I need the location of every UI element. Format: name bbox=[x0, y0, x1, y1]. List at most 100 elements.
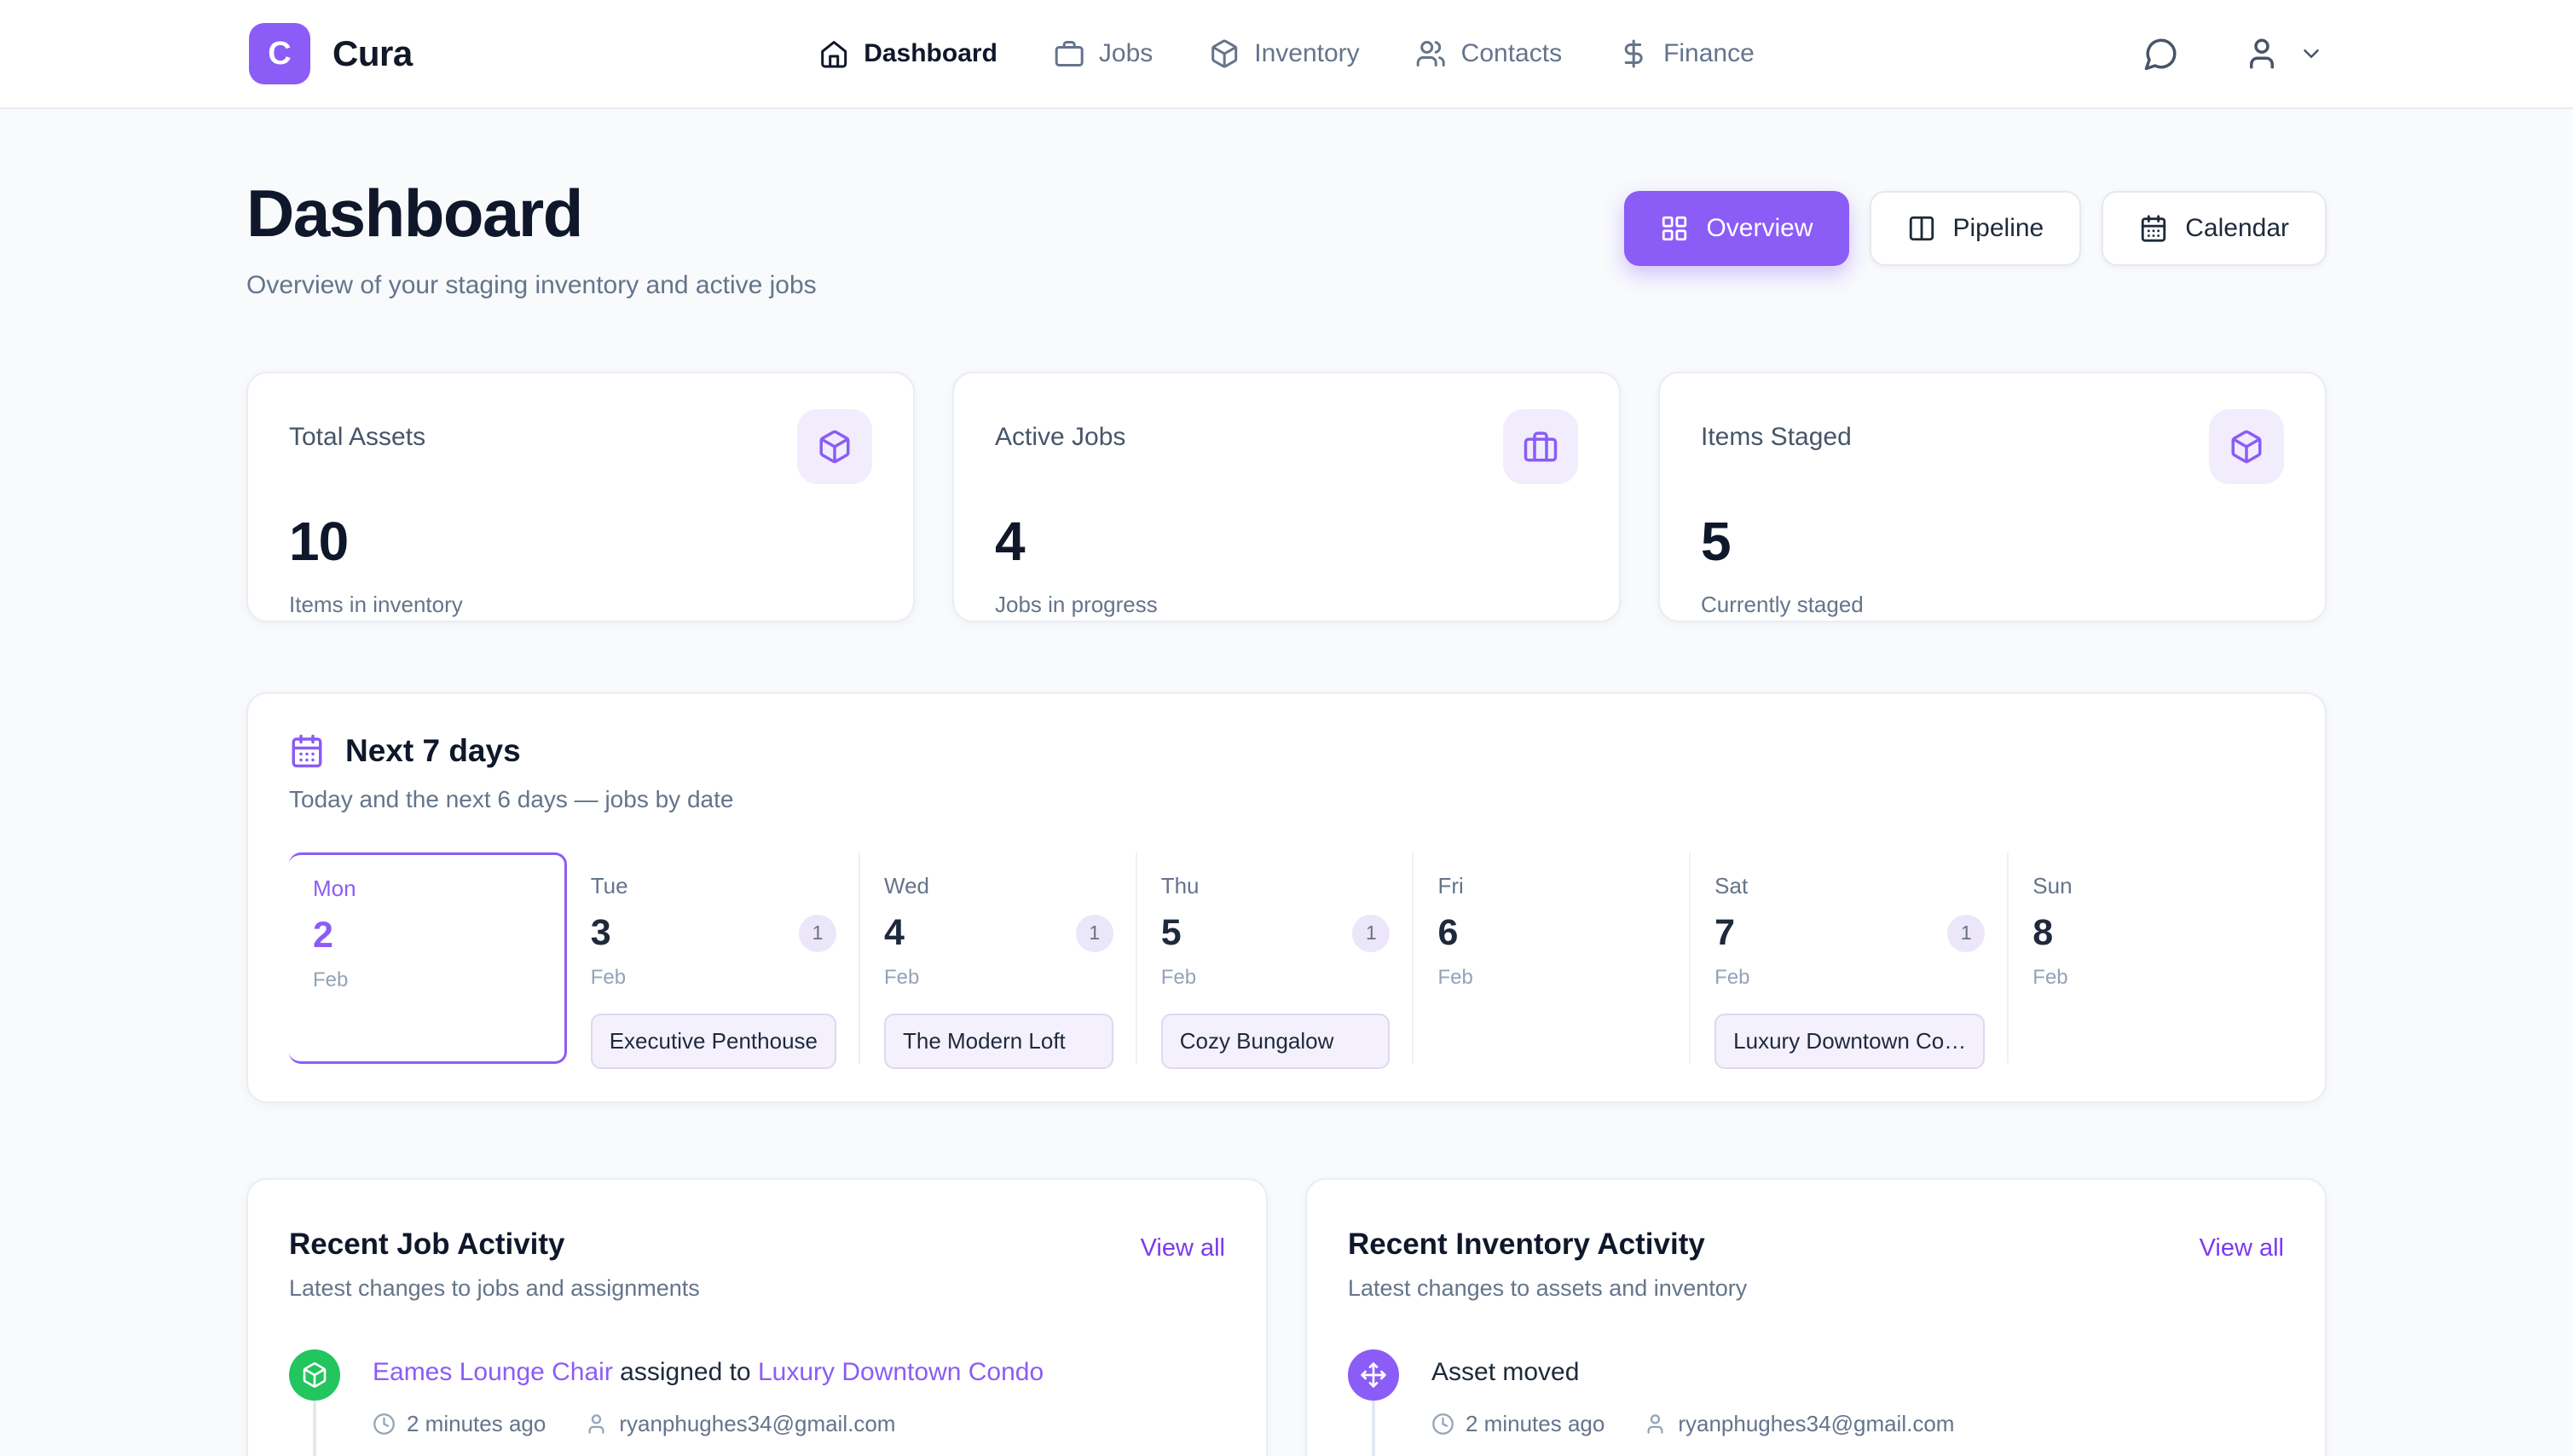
header-actions bbox=[2143, 36, 2324, 72]
recent-inventory-activity-card: Recent Inventory Activity Latest changes… bbox=[1305, 1178, 2327, 1456]
day-name: Tue bbox=[591, 873, 859, 899]
stat-card-items-staged: Items Staged 5 Currently staged bbox=[1658, 372, 2327, 622]
asset-link[interactable]: Eames Lounge Chair bbox=[373, 1358, 613, 1386]
job-count-badge: 1 bbox=[1352, 915, 1390, 952]
chevron-down-icon bbox=[2298, 41, 2324, 66]
stat-value: 4 bbox=[995, 510, 1578, 573]
activity-row: Recent Job Activity Latest changes to jo… bbox=[246, 1178, 2327, 1456]
view-toggle-group: Overview Pipeline Calendar bbox=[1624, 191, 2327, 266]
nav-label: Contacts bbox=[1461, 39, 1562, 68]
package-icon bbox=[1209, 38, 1240, 69]
day-cell-sat[interactable]: Sat 7 1 Feb Luxury Downtown Co… bbox=[1689, 852, 2007, 1064]
day-number: 2 bbox=[313, 915, 333, 956]
view-all-link[interactable]: View all bbox=[2200, 1234, 2284, 1262]
day-cell-tue[interactable]: Tue 3 1 Feb Executive Penthouse bbox=[567, 852, 859, 1064]
briefcase-icon bbox=[1503, 409, 1578, 484]
grid-icon bbox=[1660, 214, 1689, 243]
calendar-icon bbox=[2139, 214, 2168, 243]
day-cell-thu[interactable]: Thu 5 1 Feb Cozy Bungalow bbox=[1136, 852, 1413, 1064]
day-cell-wed[interactable]: Wed 4 1 Feb The Modern Loft bbox=[859, 852, 1136, 1064]
calendar-icon bbox=[289, 733, 325, 769]
card-subtitle: Latest changes to assets and inventory bbox=[1348, 1275, 1747, 1302]
package-icon bbox=[289, 1349, 340, 1401]
user-icon bbox=[1644, 1413, 1667, 1436]
job-count-badge: 1 bbox=[799, 915, 836, 952]
activity-text: assigned to bbox=[613, 1358, 758, 1386]
overview-button[interactable]: Overview bbox=[1624, 191, 1848, 266]
nav-item-dashboard[interactable]: Dashboard bbox=[818, 38, 997, 69]
stat-caption: Items in inventory bbox=[289, 592, 872, 618]
calendar-button[interactable]: Calendar bbox=[2102, 191, 2327, 266]
user-email: ryanphughes34@gmail.com bbox=[619, 1411, 895, 1437]
nav-item-jobs[interactable]: Jobs bbox=[1054, 38, 1153, 69]
move-icon bbox=[1348, 1349, 1399, 1401]
day-number: 3 bbox=[591, 912, 611, 954]
brand-initial: C bbox=[268, 36, 291, 72]
brand-name: Cura bbox=[332, 33, 413, 74]
inventory-activity-timeline: Asset moved 2 minutes ago ryanphughes34@… bbox=[1348, 1349, 2284, 1456]
day-month: Feb bbox=[884, 966, 1136, 990]
panel-title: Next 7 days bbox=[345, 733, 521, 769]
day-month: Feb bbox=[313, 968, 564, 992]
nav-item-contacts[interactable]: Contacts bbox=[1416, 38, 1562, 69]
main-nav: Dashboard Jobs Inventory Contacts Financ… bbox=[818, 38, 1755, 69]
view-all-link[interactable]: View all bbox=[1141, 1234, 1225, 1262]
day-name: Sun bbox=[2032, 873, 2284, 899]
job-chip[interactable]: The Modern Loft bbox=[884, 1014, 1113, 1069]
job-count-badge: 1 bbox=[1947, 915, 1985, 952]
user-icon bbox=[2244, 36, 2280, 72]
day-cell-sun[interactable]: Sun 8 Feb bbox=[2007, 852, 2284, 1064]
next-7-days-panel: Next 7 days Today and the next 6 days — … bbox=[246, 692, 2327, 1103]
pipeline-button[interactable]: Pipeline bbox=[1870, 191, 2082, 266]
clock-icon bbox=[1431, 1413, 1454, 1436]
timestamp: 2 minutes ago bbox=[1466, 1411, 1605, 1437]
day-number: 6 bbox=[1437, 912, 1458, 954]
stat-card-active-jobs: Active Jobs 4 Jobs in progress bbox=[952, 372, 1621, 622]
day-month: Feb bbox=[1714, 966, 2007, 990]
card-title: Recent Inventory Activity bbox=[1348, 1228, 1747, 1262]
columns-icon bbox=[1907, 214, 1936, 243]
package-icon bbox=[797, 409, 872, 484]
page-subtitle: Overview of your staging inventory and a… bbox=[246, 271, 817, 300]
job-link[interactable]: Luxury Downtown Condo bbox=[758, 1358, 1044, 1386]
stat-caption: Jobs in progress bbox=[995, 592, 1578, 618]
day-name: Sat bbox=[1714, 873, 2007, 899]
brand-logo[interactable]: C Cura bbox=[249, 23, 413, 84]
nav-label: Finance bbox=[1663, 39, 1755, 68]
users-icon bbox=[1416, 38, 1447, 69]
job-chip[interactable]: Luxury Downtown Co… bbox=[1714, 1014, 1985, 1069]
clock-icon bbox=[373, 1413, 396, 1436]
day-cell-fri[interactable]: Fri 6 Feb bbox=[1412, 852, 1689, 1064]
day-name: Fri bbox=[1437, 873, 1689, 899]
nav-item-inventory[interactable]: Inventory bbox=[1209, 38, 1359, 69]
card-subtitle: Latest changes to jobs and assignments bbox=[289, 1275, 700, 1302]
nav-item-finance[interactable]: Finance bbox=[1618, 38, 1755, 69]
card-title: Recent Job Activity bbox=[289, 1228, 700, 1262]
recent-job-activity-card: Recent Job Activity Latest changes to jo… bbox=[246, 1178, 1268, 1456]
stat-label: Active Jobs bbox=[995, 423, 1125, 452]
day-name: Thu bbox=[1161, 873, 1413, 899]
day-number: 7 bbox=[1714, 912, 1735, 954]
button-label: Pipeline bbox=[1953, 214, 2044, 243]
day-name: Wed bbox=[884, 873, 1136, 899]
top-nav-bar: C Cura Dashboard Jobs Inventory C bbox=[0, 0, 2573, 109]
main-content: Dashboard Overview of your staging inven… bbox=[0, 109, 2573, 1456]
job-chip[interactable]: Executive Penthouse bbox=[591, 1014, 836, 1069]
day-cell-mon[interactable]: Mon 2 Feb bbox=[289, 852, 567, 1064]
day-name: Mon bbox=[313, 875, 564, 902]
account-menu[interactable] bbox=[2244, 36, 2324, 72]
day-month: Feb bbox=[591, 966, 859, 990]
home-icon bbox=[818, 38, 849, 69]
day-month: Feb bbox=[1437, 966, 1689, 990]
day-month: Feb bbox=[1161, 966, 1413, 990]
chat-button[interactable] bbox=[2143, 36, 2179, 72]
job-activity-timeline: Eames Lounge Chair assigned to Luxury Do… bbox=[289, 1349, 1225, 1456]
stat-label: Items Staged bbox=[1701, 423, 1852, 452]
list-item: Eames Lounge Chair assigned to Luxury Do… bbox=[289, 1349, 1225, 1456]
day-number: 4 bbox=[884, 912, 905, 954]
nav-label: Inventory bbox=[1254, 39, 1359, 68]
day-number: 5 bbox=[1161, 912, 1182, 954]
briefcase-icon bbox=[1054, 38, 1084, 69]
button-label: Calendar bbox=[2185, 214, 2289, 243]
job-chip[interactable]: Cozy Bungalow bbox=[1161, 1014, 1391, 1069]
